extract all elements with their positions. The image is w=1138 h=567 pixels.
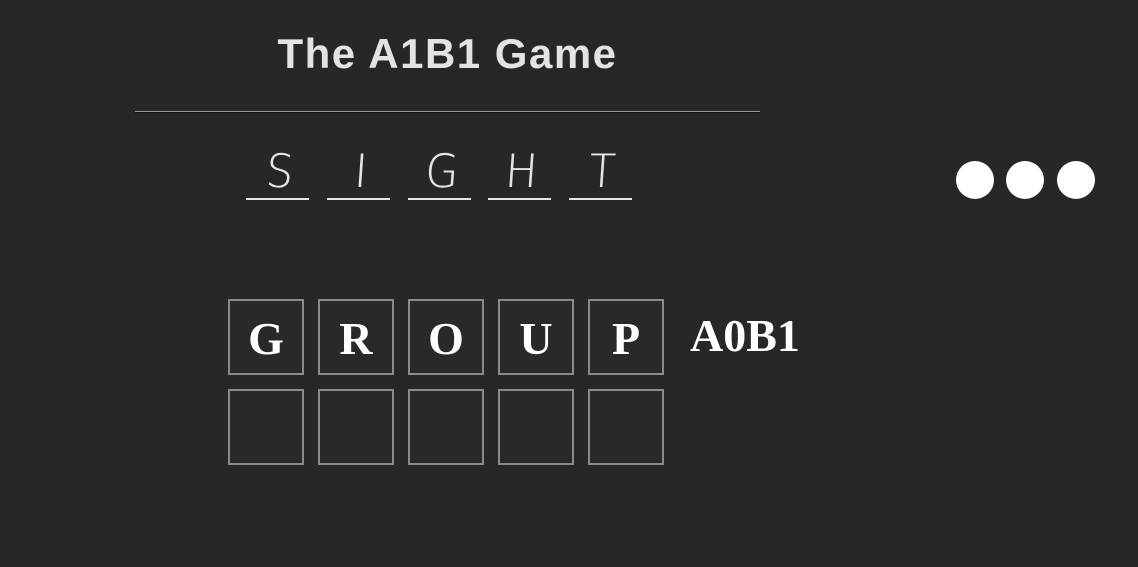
letter-slot: H — [487, 142, 556, 200]
guess-cell[interactable]: G — [228, 299, 304, 375]
letter-slot: T — [568, 142, 637, 200]
guess-cell[interactable] — [228, 389, 304, 465]
page-title: The A1B1 Game — [277, 30, 618, 77]
more-dots-icon — [956, 161, 994, 199]
guess-cell[interactable]: U — [498, 299, 574, 375]
letter-slot: G — [407, 142, 476, 200]
letter-slot: I — [326, 142, 395, 200]
title-divider — [135, 111, 760, 113]
letter-slot: S — [245, 142, 314, 200]
guess-cell[interactable] — [588, 389, 664, 465]
guess-cell[interactable] — [498, 389, 574, 465]
more-dots-icon — [1057, 161, 1095, 199]
letter: I — [352, 144, 369, 198]
letter: T — [587, 144, 618, 198]
letter: S — [264, 144, 295, 198]
more-dots-icon — [1006, 161, 1044, 199]
guess-cell[interactable] — [318, 389, 394, 465]
guess-cell[interactable]: R — [318, 299, 394, 375]
guess-result: A0B1 — [690, 310, 800, 361]
more-options-button[interactable] — [956, 161, 1096, 201]
guess-cell[interactable] — [408, 389, 484, 465]
guess-cell[interactable]: P — [588, 299, 664, 375]
guess-cell[interactable]: O — [408, 299, 484, 375]
letter: G — [423, 144, 460, 198]
letter: H — [503, 144, 540, 198]
